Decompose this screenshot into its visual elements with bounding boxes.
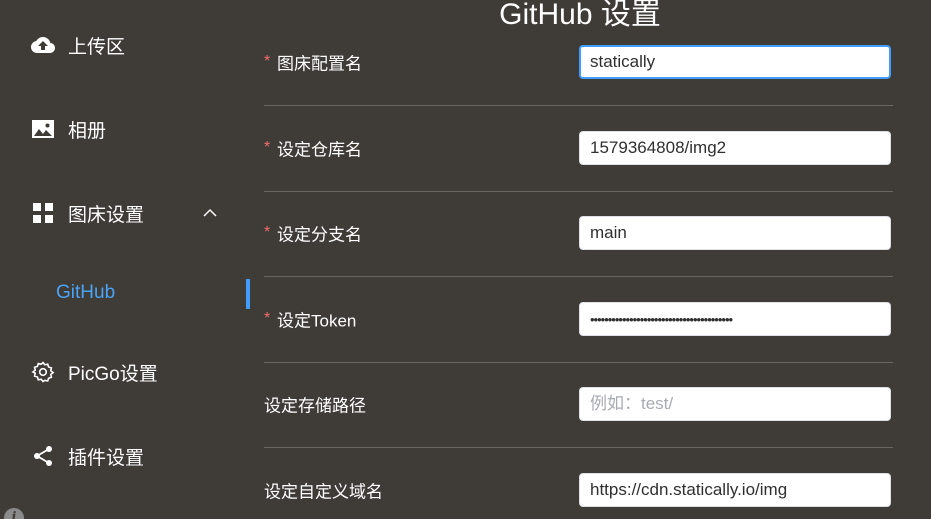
form-row-repo-name: * 设定仓库名 — [264, 105, 893, 192]
field-label: 图床配置名 — [277, 54, 362, 74]
storage-path-input[interactable] — [579, 387, 891, 421]
field-label: 设定仓库名 — [277, 140, 362, 160]
token-input[interactable] — [579, 302, 891, 336]
image-icon — [31, 117, 55, 141]
form-row-branch-name: * 设定分支名 — [264, 190, 893, 277]
custom-domain-input[interactable] — [579, 473, 891, 507]
form-row-token: * 设定Token — [264, 276, 893, 363]
active-indicator — [246, 279, 250, 309]
form-row-config-name: * 图床配置名 — [264, 19, 893, 106]
sidebar-item-plugin-settings[interactable]: 插件设置 — [0, 436, 250, 476]
required-mark: * — [264, 224, 271, 241]
sidebar-item-label: 图床设置 — [68, 204, 145, 226]
cloud-upload-icon — [31, 33, 55, 57]
sidebar-item-label: 相册 — [68, 120, 107, 142]
field-label: 设定分支名 — [277, 225, 362, 245]
chevron-up-icon — [202, 205, 218, 221]
app-window: 上传区 相册 图床设置 GitHub PicGo设置 插件设置 i GitHub… — [0, 0, 931, 519]
sidebar-item-label: 插件设置 — [68, 447, 145, 469]
sidebar-item-gallery[interactable]: 相册 — [0, 109, 250, 149]
field-label: 设定自定义域名 — [264, 482, 383, 502]
repo-name-input[interactable] — [579, 131, 891, 165]
sidebar-item-picgo-settings[interactable]: PicGo设置 — [0, 352, 250, 392]
form-row-custom-domain: 设定自定义域名 — [264, 447, 893, 519]
sidebar-subitem-github[interactable]: GitHub — [0, 273, 250, 313]
field-label: 设定存储路径 — [264, 396, 366, 416]
info-icon[interactable]: i — [4, 508, 24, 519]
sidebar-item-label: PicGo设置 — [68, 363, 158, 385]
share-icon — [31, 444, 55, 468]
grid-icon — [31, 201, 55, 225]
sidebar-item-label: 上传区 — [68, 36, 126, 58]
required-mark: * — [264, 139, 271, 156]
sidebar: 上传区 相册 图床设置 GitHub PicGo设置 插件设置 i — [0, 0, 250, 519]
sidebar-item-picbed-settings[interactable]: 图床设置 — [0, 193, 250, 233]
config-name-input[interactable] — [579, 45, 891, 79]
field-label: 设定Token — [277, 311, 357, 331]
form-row-storage-path: 设定存储路径 — [264, 361, 893, 448]
gear-icon — [31, 360, 55, 384]
required-mark: * — [264, 310, 271, 327]
branch-name-input[interactable] — [579, 216, 891, 250]
required-mark: * — [264, 53, 271, 70]
sidebar-subitem-label: GitHub — [56, 282, 116, 303]
